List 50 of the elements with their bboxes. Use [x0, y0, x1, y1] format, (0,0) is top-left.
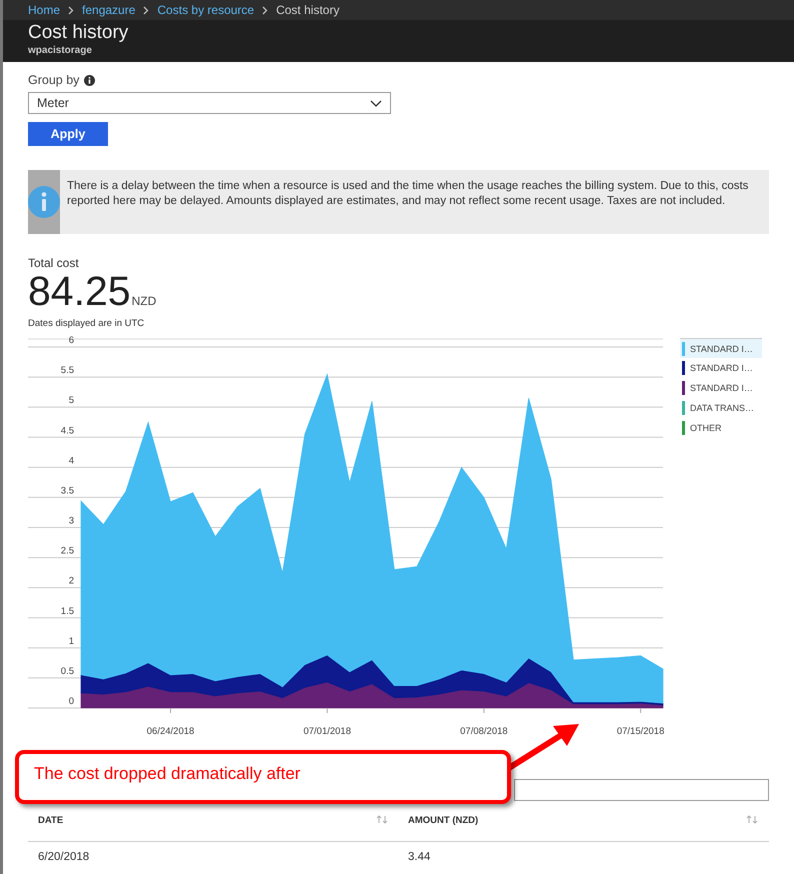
y-tick-label: 0.5: [60, 666, 74, 677]
info-icon: [28, 186, 60, 218]
column-header[interactable]: DATE: [38, 815, 64, 841]
x-tick-label: 07/08/2018: [460, 726, 508, 737]
legend-item[interactable]: STANDARD I…: [680, 338, 762, 358]
y-tick-label: 1: [68, 636, 74, 647]
breadcrumb-link[interactable]: Home: [28, 3, 60, 17]
sort-icon[interactable]: [746, 815, 758, 824]
legend-item[interactable]: STANDARD I…: [680, 378, 762, 398]
info-icon: [84, 74, 96, 86]
chevron-icon: [68, 6, 74, 14]
column-header[interactable]: AMOUNT (NZD): [408, 815, 478, 841]
total-cost-value: 84.25: [28, 270, 131, 312]
y-tick-label: 5.5: [60, 365, 74, 376]
legend-item[interactable]: STANDARD I…: [680, 358, 762, 378]
notice-text: There is a delay between the time when a resource is used and the time when the usage reaches the billing system. Due to this, costs reported here may be delayed. Amounts displayed are estimates, and may not reflect some recent usage. Taxes are not included.: [66, 179, 750, 209]
y-tick-label: 0: [68, 696, 74, 707]
breadcrumb-link[interactable]: fengazure: [82, 3, 136, 17]
y-tick-label: 5: [68, 395, 74, 406]
filter-field[interactable]: [514, 779, 769, 801]
apply-button[interactable]: Apply: [28, 122, 108, 146]
y-tick-label: 6: [68, 335, 74, 346]
chevron-icon: [262, 6, 268, 14]
sort-icon[interactable]: [376, 815, 388, 824]
breadcrumb-link[interactable]: Cost history: [276, 3, 340, 17]
table-cell: 6/20/2018: [38, 851, 90, 863]
table-cell: 3.44: [408, 851, 430, 863]
annotation-callout: The cost dropped dramatically after: [15, 750, 511, 804]
page-title: Cost history: [28, 21, 130, 45]
x-tick-label: 07/15/2018: [616, 726, 664, 737]
y-tick-label: 2: [68, 576, 74, 587]
y-tick-label: 4.5: [60, 425, 74, 436]
breadcrumb-link[interactable]: Costs by resource: [157, 3, 254, 17]
x-tick-label: 06/24/2018: [146, 726, 194, 737]
y-tick-label: 1.5: [60, 606, 74, 617]
field-label: Group by: [28, 73, 80, 87]
resource-name: wpacistorage: [28, 45, 93, 56]
total-cost-label: Total cost: [28, 256, 80, 270]
chevron-icon: [143, 6, 150, 14]
legend-item[interactable]: OTHER: [680, 418, 762, 438]
y-tick-label: 3.5: [60, 485, 74, 496]
legend-item[interactable]: DATA TRANS…: [680, 398, 762, 418]
y-tick-label: 3: [68, 516, 74, 526]
y-tick-label: 2.5: [60, 546, 74, 557]
x-tick-label: 07/01/2018: [303, 726, 351, 737]
chevron-down-icon: [370, 100, 382, 106]
currency-label: NZD: [132, 294, 156, 308]
group-by-dropdown[interactable]: Meter: [28, 92, 391, 114]
y-tick-label: 4: [68, 455, 74, 466]
timezone-note: Dates displayed are in UTC: [28, 318, 146, 329]
